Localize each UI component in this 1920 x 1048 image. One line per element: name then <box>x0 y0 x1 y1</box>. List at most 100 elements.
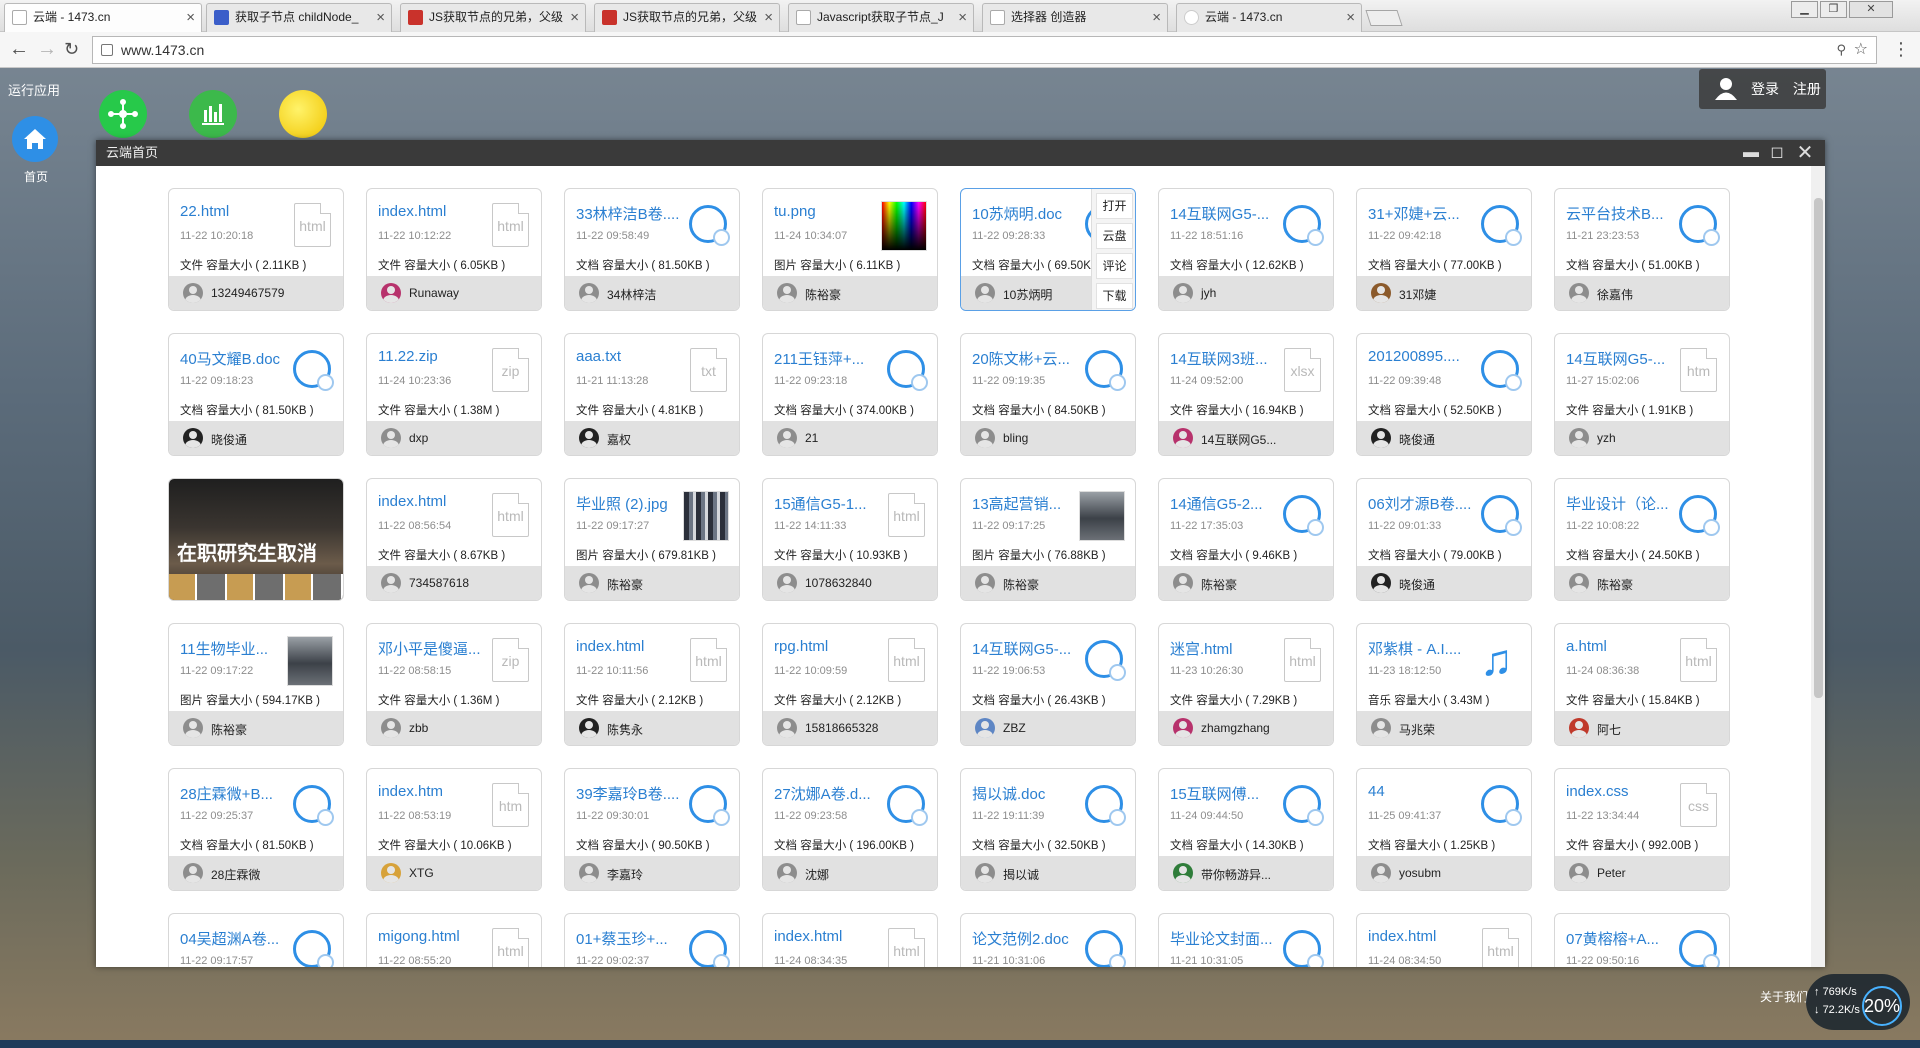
browser-tab[interactable]: JS获取节点的兄弟，父级 × <box>400 3 586 32</box>
file-title[interactable]: index.htm <box>378 783 496 800</box>
file-title[interactable]: 迷宫.html <box>1170 638 1288 659</box>
file-title[interactable]: 211王钰萍+... <box>774 348 892 369</box>
close-icon[interactable]: × <box>570 4 579 31</box>
file-card[interactable]: a.html 11-24 08:36:38 文件 容量大小 ( 15.84KB ) h… <box>1554 623 1730 746</box>
file-card[interactable]: rpg.html 11-22 10:09:59 文件 容量大小 ( 2.12KB )… <box>762 623 938 746</box>
file-card[interactable]: 15通信G5-1... 11-22 14:11:33 文件 容量大小 ( 10.93… <box>762 478 938 601</box>
file-title[interactable]: 33林梓洁B卷.... <box>576 203 694 224</box>
minimize-icon[interactable]: ▬ <box>1741 143 1761 163</box>
network-app-icon[interactable] <box>99 90 147 138</box>
file-title[interactable]: 14通信G5-2... <box>1170 493 1288 514</box>
menu-icon[interactable]: ⋮ <box>1892 38 1910 60</box>
file-title[interactable]: 22.html <box>180 203 298 220</box>
file-title[interactable]: 邓小平是傻逼... <box>378 638 496 659</box>
file-card[interactable]: 22.html 11-22 10:20:18 文件 容量大小 ( 2.11KB ) h… <box>168 188 344 311</box>
browser-tab[interactable]: Javascript获取子节点_J × <box>788 3 974 32</box>
browser-tab[interactable]: JS获取节点的兄弟，父级 × <box>594 3 780 32</box>
file-card[interactable]: 毕业论文封面... 11-21 10:31:05 <box>1158 913 1334 967</box>
file-card[interactable]: 07黄榕榕+A... 11-22 09:50:16 <box>1554 913 1730 967</box>
file-title[interactable]: 邓紫棋 - A.I.... <box>1368 638 1486 659</box>
file-title[interactable]: index.html <box>774 928 892 945</box>
file-card[interactable]: 33林梓洁B卷.... 11-22 09:58:49 文档 容量大小 ( 81.50… <box>564 188 740 311</box>
file-title[interactable]: index.css <box>1566 783 1684 800</box>
file-card[interactable]: 14互联网3班... 11-24 09:52:00 文件 容量大小 ( 16.94K… <box>1158 333 1334 456</box>
file-title[interactable]: 28庄霖微+B... <box>180 783 298 804</box>
close-icon[interactable]: × <box>958 4 967 31</box>
file-card[interactable]: 40马文耀B.doc 11-22 09:18:23 文档 容量大小 ( 81.50K… <box>168 333 344 456</box>
file-card[interactable]: 揭以诚.doc 11-22 19:11:39 文档 容量大小 ( 32.50KB )… <box>960 768 1136 891</box>
file-card[interactable]: 毕业照 (2).jpg 11-22 09:17:27 图片 容量大小 ( 679.8… <box>564 478 740 601</box>
file-title[interactable]: migong.html <box>378 928 496 945</box>
file-title[interactable]: index.html <box>378 203 496 220</box>
file-card[interactable]: 27沈娜A卷.d... 11-22 09:23:58 文档 容量大小 ( 196.0… <box>762 768 938 891</box>
file-title[interactable]: 11生物毕业... <box>180 638 298 659</box>
file-card[interactable]: 01+蔡玉珍+... 11-22 09:02:37 <box>564 913 740 967</box>
browser-tab[interactable]: 选择器 创造器 × <box>982 3 1168 32</box>
file-title[interactable]: tu.png <box>774 203 892 220</box>
download-menu-button[interactable]: 下载 <box>1096 283 1133 309</box>
minimize-window-button[interactable]: ▁ <box>1791 1 1818 18</box>
file-title[interactable]: index.html <box>378 493 496 510</box>
file-card[interactable]: 14通信G5-2... 11-22 17:35:03 文档 容量大小 ( 9.46K… <box>1158 478 1334 601</box>
file-card[interactable]: 10苏炳明.doc 11-22 09:28:33 文档 容量大小 ( 69.50KB… <box>960 188 1136 311</box>
file-title[interactable]: 14互联网G5-... <box>972 638 1090 659</box>
file-card[interactable]: 11.22.zip 11-24 10:23:36 文件 容量大小 ( 1.38M )… <box>366 333 542 456</box>
file-card[interactable]: 14互联网G5-... 11-22 19:06:53 文档 容量大小 ( 26.43… <box>960 623 1136 746</box>
file-title[interactable]: 10苏炳明.doc <box>972 203 1090 224</box>
close-icon[interactable]: × <box>186 4 195 31</box>
restore-window-button[interactable]: ❐ <box>1820 1 1847 18</box>
file-card[interactable]: 毕业设计（论... 11-22 10:08:22 文档 容量大小 ( 24.50KB… <box>1554 478 1730 601</box>
file-title[interactable]: 07黄榕榕+A... <box>1566 928 1684 949</box>
close-icon[interactable]: × <box>1346 4 1355 31</box>
file-card[interactable]: 15互联网傅... 11-24 09:44:50 文档 容量大小 ( 14.30KB… <box>1158 768 1334 891</box>
vertical-scrollbar[interactable] <box>1811 166 1825 967</box>
file-title[interactable]: 论文范例2.doc <box>972 928 1090 949</box>
login-link[interactable]: 登录 <box>1751 81 1779 97</box>
reload-icon[interactable]: ↻ <box>64 38 79 60</box>
file-card[interactable]: 39李嘉玲B卷.... 11-22 09:30:01 文档 容量大小 ( 90.50… <box>564 768 740 891</box>
file-title[interactable]: index.html <box>576 638 694 655</box>
file-title[interactable]: aaa.txt <box>576 348 694 365</box>
file-title[interactable]: 04吴超渊A卷... <box>180 928 298 949</box>
file-card[interactable]: 31+邓婕+云... 11-22 09:42:18 文档 容量大小 ( 77.00K… <box>1356 188 1532 311</box>
about-us-link[interactable]: 关于我们 <box>1760 988 1808 1005</box>
file-title[interactable]: 31+邓婕+云... <box>1368 203 1486 224</box>
file-card[interactable]: 迷宫.html 11-23 10:26:30 文件 容量大小 ( 7.29KB ) h… <box>1158 623 1334 746</box>
browser-tab[interactable]: 云端 - 1473.cn × <box>1176 3 1362 32</box>
close-icon[interactable]: × <box>1152 4 1161 31</box>
register-link[interactable]: 注册 <box>1793 81 1821 97</box>
file-title[interactable]: 毕业设计（论... <box>1566 493 1684 514</box>
close-icon[interactable]: × <box>764 4 773 31</box>
address-bar[interactable]: www.1473.cn ⚲ ☆ <box>92 36 1877 64</box>
file-title[interactable]: 201200895.... <box>1368 348 1486 365</box>
file-title[interactable]: 40马文耀B.doc <box>180 348 298 369</box>
home-button[interactable] <box>12 116 58 162</box>
file-card[interactable]: 在职研究生取消 <box>168 478 344 601</box>
file-card[interactable]: 44 11-25 09:41:37 文档 容量大小 ( 1.25KB ) yosubm <box>1356 768 1532 891</box>
file-card[interactable]: index.css 11-22 13:34:44 文件 容量大小 ( 992.00B… <box>1554 768 1730 891</box>
file-title[interactable]: 01+蔡玉珍+... <box>576 928 694 949</box>
file-card[interactable]: 201200895.... 11-22 09:39:48 文档 容量大小 ( 52.… <box>1356 333 1532 456</box>
file-card[interactable]: 云平台技术B... 11-21 23:23:53 文档 容量大小 ( 51.00KB… <box>1554 188 1730 311</box>
forward-arrow-icon[interactable]: → <box>37 38 57 60</box>
new-tab-button[interactable] <box>1365 10 1403 26</box>
file-title[interactable]: 20陈文彬+云... <box>972 348 1090 369</box>
file-card[interactable]: 14互联网G5-... 11-22 18:51:16 文档 容量大小 ( 12.62… <box>1158 188 1334 311</box>
file-title[interactable]: 39李嘉玲B卷.... <box>576 783 694 804</box>
file-title[interactable]: 揭以诚.doc <box>972 783 1090 804</box>
file-title[interactable]: 27沈娜A卷.d... <box>774 783 892 804</box>
file-title[interactable]: rpg.html <box>774 638 892 655</box>
file-title[interactable]: 毕业论文封面... <box>1170 928 1288 949</box>
file-card[interactable]: index.htm 11-22 08:53:19 文件 容量大小 ( 10.06KB… <box>366 768 542 891</box>
file-title[interactable]: 06刘才源B卷.... <box>1368 493 1486 514</box>
yellow-app-icon[interactable] <box>279 90 327 138</box>
file-card[interactable]: 20陈文彬+云... 11-22 09:19:35 文档 容量大小 ( 84.50K… <box>960 333 1136 456</box>
file-title[interactable]: 毕业照 (2).jpg <box>576 493 694 514</box>
close-window-button[interactable]: ✕ <box>1849 1 1893 18</box>
file-card[interactable]: 06刘才源B卷.... 11-22 09:01:33 文档 容量大小 ( 79.00… <box>1356 478 1532 601</box>
file-card[interactable]: index.html 11-22 08:56:54 文件 容量大小 ( 8.67KB… <box>366 478 542 601</box>
file-title[interactable]: index.html <box>1368 928 1486 945</box>
file-card[interactable]: index.html 11-22 10:11:56 文件 容量大小 ( 2.12KB… <box>564 623 740 746</box>
file-title[interactable]: 15通信G5-1... <box>774 493 892 514</box>
close-icon[interactable]: ✕ <box>1795 143 1815 163</box>
